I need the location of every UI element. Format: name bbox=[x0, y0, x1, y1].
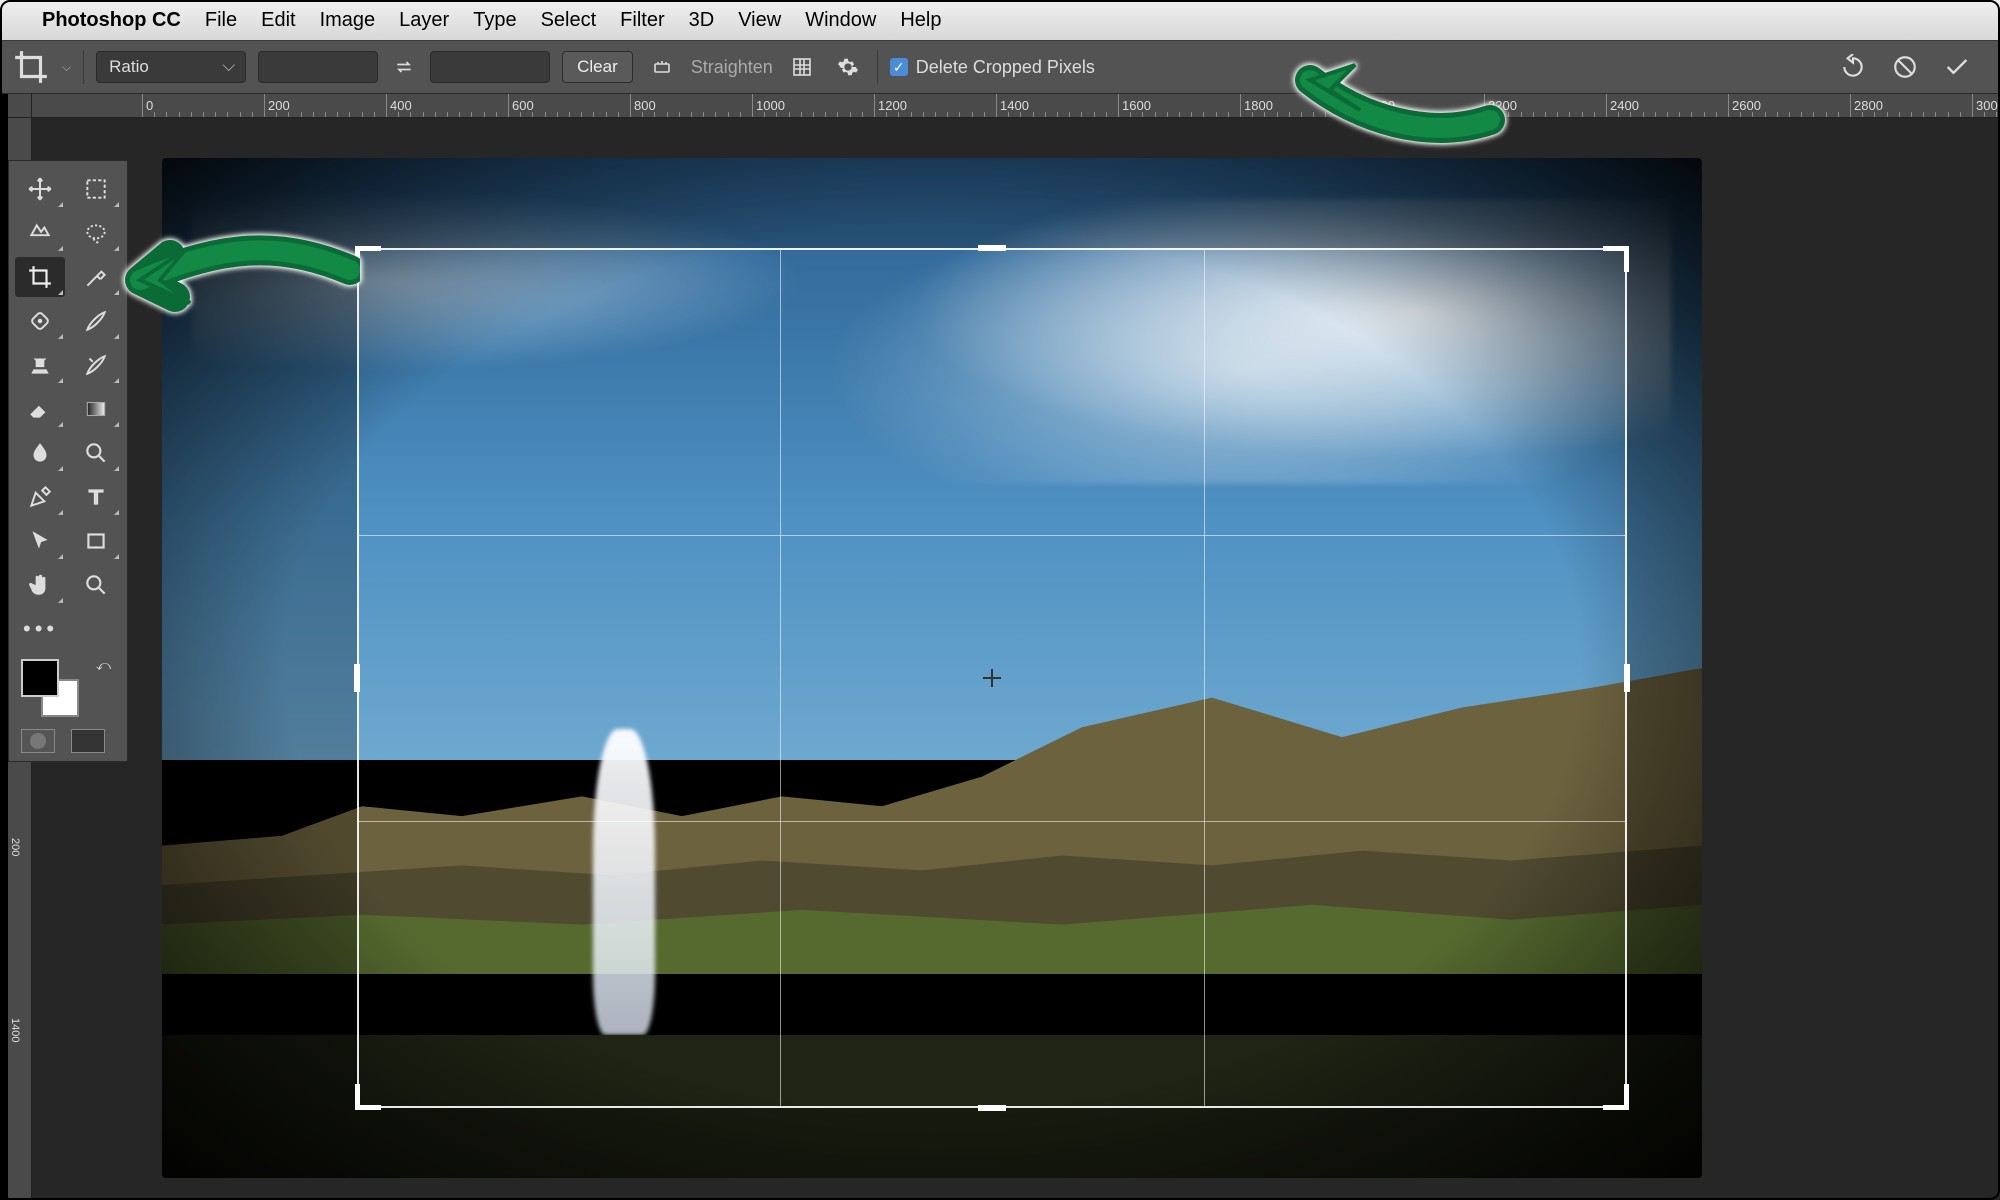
menu-image[interactable]: Image bbox=[320, 9, 376, 32]
tool-preset-chevron-icon[interactable]: ⌵ bbox=[62, 60, 71, 75]
swap-colors-icon[interactable]: ⤺ bbox=[96, 657, 111, 674]
foreground-color-swatch[interactable] bbox=[21, 659, 59, 697]
ruler-origin[interactable] bbox=[8, 94, 32, 118]
crop-handle-tr[interactable] bbox=[1624, 246, 1629, 272]
menu-window[interactable]: Window bbox=[805, 9, 876, 32]
menu-layer[interactable]: Layer bbox=[399, 9, 449, 32]
color-swatches[interactable]: ⤺ bbox=[15, 655, 121, 721]
crop-center-icon bbox=[983, 669, 1001, 687]
pen-tool[interactable] bbox=[15, 477, 65, 517]
rectangular-marquee-tool[interactable] bbox=[71, 169, 121, 209]
reset-crop-icon[interactable] bbox=[1836, 50, 1870, 84]
crop-grid-line bbox=[780, 248, 781, 1108]
menu-3d[interactable]: 3D bbox=[689, 9, 715, 32]
crop-tool-indicator-icon[interactable] bbox=[12, 48, 50, 86]
clone-stamp-tool[interactable] bbox=[15, 345, 65, 385]
swap-dimensions-icon[interactable] bbox=[390, 53, 418, 81]
zoom-tool[interactable] bbox=[71, 565, 121, 605]
menu-view[interactable]: View bbox=[738, 9, 781, 32]
clear-button-label: Clear bbox=[577, 57, 618, 77]
commit-crop-icon[interactable] bbox=[1940, 50, 1974, 84]
straighten-icon[interactable] bbox=[645, 50, 679, 84]
menu-filter[interactable]: Filter bbox=[620, 9, 664, 32]
dodge-tool[interactable] bbox=[71, 433, 121, 473]
straighten-label[interactable]: Straighten bbox=[691, 57, 773, 78]
checkbox-checked-icon: ✓ bbox=[890, 58, 908, 76]
app-name-menu[interactable]: Photoshop CC bbox=[42, 9, 181, 32]
menu-help[interactable]: Help bbox=[900, 9, 941, 32]
crop-grid-line bbox=[357, 535, 1627, 536]
eraser-tool[interactable] bbox=[15, 389, 65, 429]
crop-marquee[interactable] bbox=[357, 248, 1627, 1108]
document-image[interactable] bbox=[162, 158, 1702, 1178]
blur-tool[interactable] bbox=[15, 433, 65, 473]
clear-button[interactable]: Clear bbox=[562, 51, 633, 83]
quickmask-mode-icon[interactable] bbox=[21, 729, 55, 753]
annotation-arrow-delete-cropped bbox=[1290, 40, 1510, 155]
crop-handle-top[interactable] bbox=[978, 245, 1006, 251]
horizontal-ruler[interactable]: 0200400600800100012001400160018002000220… bbox=[32, 94, 2000, 118]
aspect-ratio-label: Ratio bbox=[109, 57, 149, 77]
menu-edit[interactable]: Edit bbox=[261, 9, 295, 32]
crop-grid-line bbox=[357, 821, 1627, 822]
path-selection-tool[interactable] bbox=[15, 521, 65, 561]
aspect-ratio-select[interactable]: Ratio bbox=[96, 51, 246, 83]
menu-type[interactable]: Type bbox=[473, 9, 516, 32]
lasso-tool[interactable] bbox=[15, 213, 65, 253]
crop-handle-right[interactable] bbox=[1624, 664, 1630, 692]
delete-cropped-pixels-label: Delete Cropped Pixels bbox=[916, 57, 1095, 78]
crop-handle-bottom[interactable] bbox=[978, 1105, 1006, 1111]
history-brush-tool[interactable] bbox=[71, 345, 121, 385]
crop-height-input[interactable] bbox=[430, 51, 550, 83]
crop-handle-br[interactable] bbox=[1624, 1084, 1629, 1110]
gradient-tool[interactable] bbox=[71, 389, 121, 429]
crop-grid-line bbox=[1204, 248, 1205, 1108]
rectangle-shape-tool[interactable] bbox=[71, 521, 121, 561]
spot-healing-tool[interactable] bbox=[15, 301, 65, 341]
annotation-arrow-crop-tool bbox=[100, 225, 360, 340]
crop-width-input[interactable] bbox=[258, 51, 378, 83]
crop-tool[interactable] bbox=[15, 257, 65, 297]
overlay-grid-icon[interactable] bbox=[785, 50, 819, 84]
edit-toolbar-icon[interactable]: ••• bbox=[15, 609, 121, 649]
crop-handle-bl[interactable] bbox=[355, 1084, 360, 1110]
macos-menu-bar: Photoshop CC File Edit Image Layer Type … bbox=[0, 0, 2000, 40]
separator bbox=[83, 50, 84, 84]
menu-select[interactable]: Select bbox=[541, 9, 597, 32]
options-bar: ⌵ Ratio Clear Straighten ✓ Delete Croppe… bbox=[0, 40, 2000, 94]
type-tool[interactable] bbox=[71, 477, 121, 517]
screen-mode-icon[interactable] bbox=[71, 729, 105, 753]
separator bbox=[877, 50, 878, 84]
delete-cropped-pixels-checkbox[interactable]: ✓ Delete Cropped Pixels bbox=[890, 57, 1095, 78]
crop-handle-left[interactable] bbox=[354, 664, 360, 692]
menu-file[interactable]: File bbox=[205, 9, 237, 32]
hand-tool[interactable] bbox=[15, 565, 65, 605]
crop-settings-gear-icon[interactable] bbox=[831, 50, 865, 84]
move-tool[interactable] bbox=[15, 169, 65, 209]
cancel-crop-icon[interactable] bbox=[1888, 50, 1922, 84]
